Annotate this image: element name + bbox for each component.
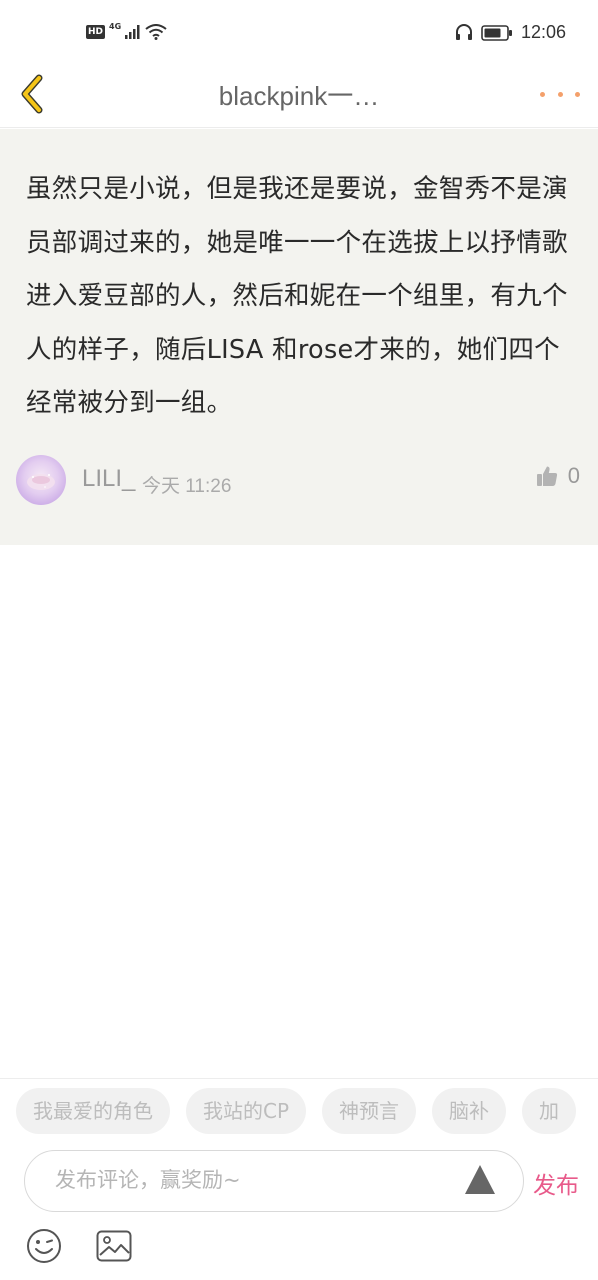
triangle-up-icon[interactable] <box>465 1165 495 1194</box>
tag-chip[interactable]: 加 <box>522 1088 577 1134</box>
more-dots-icon <box>540 91 545 97</box>
tag-chip[interactable]: 神预言 <box>322 1088 417 1134</box>
tag-chip[interactable]: 脑补 <box>432 1088 507 1134</box>
page-title: blackpink一… <box>218 81 380 111</box>
tag-row: 我最爱的角色 我站的CP 神预言 脑补 加 <box>16 1088 598 1136</box>
headphones-icon <box>455 24 472 40</box>
avatar-image <box>27 474 55 490</box>
emoji-button[interactable] <box>26 1228 62 1264</box>
publish-button[interactable]: 发布 <box>533 1166 579 1200</box>
wifi-icon <box>145 24 167 40</box>
author-name[interactable]: LILI_ <box>82 465 135 493</box>
tag-chip[interactable]: 我站的CP <box>186 1088 307 1134</box>
status-left: HD 4G <box>86 21 167 40</box>
avatar[interactable] <box>16 455 66 505</box>
image-button[interactable] <box>96 1230 132 1262</box>
thumbs-up-icon <box>536 466 557 486</box>
status-bar: HD 4G 12:06 <box>0 0 598 66</box>
post-time: 今天 11:26 <box>142 476 232 497</box>
comment-input[interactable] <box>55 1151 445 1209</box>
comment-input-box <box>24 1150 524 1212</box>
signal-icon <box>125 25 140 39</box>
more-button[interactable] <box>540 82 580 106</box>
divider <box>0 1078 598 1079</box>
like-count: 0 <box>567 463 580 488</box>
chevron-left-icon <box>21 74 43 114</box>
comment-author-row: LILI_ 今天 11:26 0 <box>16 453 582 507</box>
status-right: 12:06 <box>455 22 566 43</box>
network-type: 4G <box>109 21 122 31</box>
emoji-icon <box>27 1229 61 1263</box>
tag-chip[interactable]: 我最爱的角色 <box>16 1088 170 1134</box>
back-button[interactable] <box>10 72 54 116</box>
clock: 12:06 <box>520 22 566 42</box>
nav-bar: blackpink一… <box>0 66 598 128</box>
image-icon <box>96 1230 132 1262</box>
hd-icon: HD <box>86 25 106 39</box>
battery-icon <box>481 24 512 41</box>
comment-text: 虽然只是小说，但是我还是要说，金智秀不是演员部调过来的，她是唯一一个在选拔上以抒… <box>26 174 568 418</box>
like-button[interactable]: 0 <box>536 463 580 489</box>
comment-card: 虽然只是小说，但是我还是要说，金智秀不是演员部调过来的，她是唯一一个在选拔上以抒… <box>0 129 598 545</box>
